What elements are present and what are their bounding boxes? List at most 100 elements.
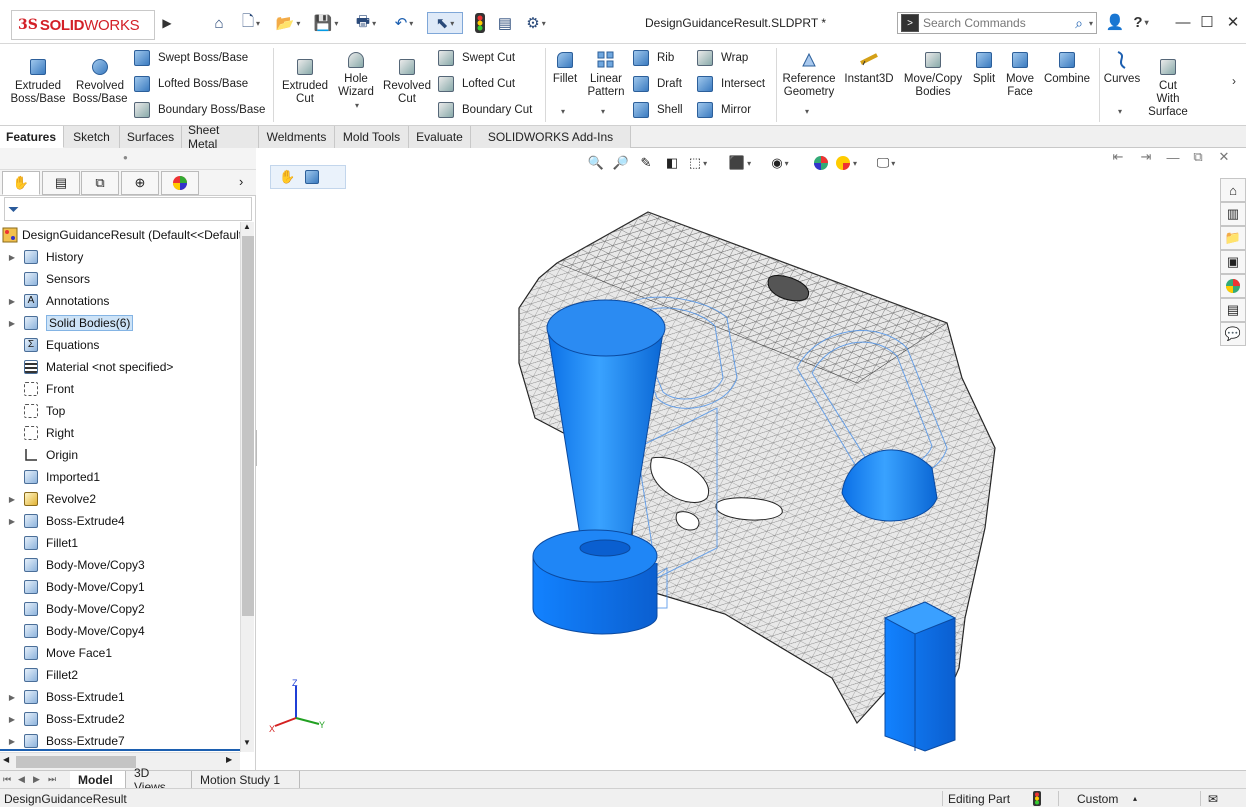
task-pane-custom-properties-icon[interactable]: ▤ — [1220, 298, 1246, 322]
fillet-button[interactable]: Fillet — [550, 49, 580, 86]
hole-wizard-button[interactable]: Hole Wizard ▾ — [334, 49, 378, 112]
tab-scroll-last-icon[interactable]: ⏭ — [48, 774, 56, 785]
configuration-manager-tab-icon[interactable]: ⧉ — [81, 171, 119, 195]
tree-item-front-plane[interactable]: Front — [0, 378, 240, 400]
close-button[interactable]: ✕ — [1222, 10, 1244, 34]
swept-boss-button[interactable]: Swept Boss/Base — [133, 47, 248, 69]
tab-scroll-first-icon[interactable]: ⏮ — [3, 774, 11, 785]
tree-item-right-plane[interactable]: Right — [0, 422, 240, 444]
tree-item-move-face1[interactable]: Move Face1 — [0, 642, 240, 664]
tree-item-body-move-copy3[interactable]: Body-Move/Copy3 — [0, 554, 240, 576]
revolved-boss-button[interactable]: Revolved Boss/Base — [72, 56, 128, 106]
tree-item-annotations[interactable]: ▶ A Annotations — [0, 290, 240, 312]
tab-evaluate[interactable]: Evaluate — [409, 126, 471, 148]
tab-motion-study-1[interactable]: Motion Study 1 — [192, 771, 300, 789]
new-document-icon[interactable]: 🗋 ▾ — [236, 12, 266, 34]
help-icon[interactable]: ? ▾ — [1130, 10, 1152, 34]
tree-item-body-move-copy4[interactable]: Body-Move/Copy4 — [0, 620, 240, 642]
maximize-button[interactable]: ☐ — [1196, 10, 1218, 34]
rib-button[interactable]: Rib — [632, 47, 674, 69]
curves-button[interactable]: Curves — [1103, 49, 1141, 86]
task-pane-home-icon[interactable]: ⌂ — [1220, 178, 1246, 202]
reference-geometry-button[interactable]: Reference Geometry — [781, 49, 837, 99]
tab-sketch[interactable]: Sketch — [64, 126, 120, 148]
file-properties-icon[interactable]: ▤ — [495, 12, 515, 34]
status-units[interactable]: Custom — [1077, 791, 1118, 806]
scroll-thumb[interactable] — [242, 236, 254, 616]
options-icon[interactable]: ⚙ ▾ — [520, 12, 552, 34]
curves-dropdown-icon[interactable]: ▾ — [1118, 107, 1122, 116]
tree-item-boss-extrude2[interactable]: ▶ Boss-Extrude2 — [0, 708, 240, 730]
revolved-cut-button[interactable]: Revolved Cut — [381, 56, 433, 106]
tree-horizontal-scrollbar[interactable]: ◀ ▶ — [0, 752, 240, 770]
tab-model[interactable]: Model — [70, 771, 126, 789]
tree-item-equations[interactable]: Σ Equations — [0, 334, 240, 356]
graphics-area[interactable]: ✋ 🔍 🔎 ✎ ◧ ⬚ ▾ ⬛ ▾ ◉ ▾ ▾ 🖵 ▾ ⇤ ⇥ — ⧉ ✕ ⌂ ▥ 📁 … — [257, 148, 1246, 770]
task-pane-view-palette-icon[interactable]: ▣ — [1220, 250, 1246, 274]
select-icon[interactable]: ⬉ ▾ — [427, 12, 463, 34]
tree-item-boss-extrude1[interactable]: ▶ Boss-Extrude1 — [0, 686, 240, 708]
linear-pattern-button[interactable]: Linear Pattern — [586, 49, 626, 99]
feature-manager-tab-icon[interactable]: ✋ — [2, 171, 40, 195]
tab-mold-tools[interactable]: Mold Tools — [335, 126, 409, 148]
tab-3d-views[interactable]: 3D Views — [126, 766, 192, 794]
tab-features[interactable]: Features — [0, 126, 64, 148]
search-icon[interactable]: ⌕ — [1075, 15, 1083, 32]
task-pane-file-explorer-icon[interactable]: 📁 — [1220, 226, 1246, 250]
tree-item-revolve2[interactable]: ▶ Revolve2 — [0, 488, 240, 510]
save-icon[interactable]: 💾 ▾ — [310, 12, 342, 34]
pattern-dropdown-icon[interactable]: ▾ — [601, 107, 605, 116]
tree-root[interactable]: DesignGuidanceResult (Default<<Default>_… — [0, 224, 240, 246]
reference-geometry-dropdown-icon[interactable]: ▾ — [805, 107, 809, 116]
dimxpert-tab-icon[interactable]: ⊕ — [121, 171, 159, 195]
tab-scroll-prev-icon[interactable]: ◀ — [18, 774, 25, 785]
instant3d-button[interactable]: Instant3D — [842, 49, 896, 86]
tab-sheet-metal[interactable]: Sheet Metal — [182, 123, 259, 151]
open-icon[interactable]: 📂 ▾ — [272, 12, 304, 34]
rebuild-status-icon[interactable] — [1033, 791, 1041, 806]
panel-grip-icon[interactable]: ● — [123, 153, 128, 162]
wrap-button[interactable]: Wrap — [696, 47, 748, 69]
filter-icon[interactable]: ⏷ — [8, 201, 19, 218]
solidworks-logo[interactable]: 3S SOLIDWORKS — [11, 10, 155, 40]
swept-cut-button[interactable]: Swept Cut — [437, 47, 515, 69]
tree-item-body-move-copy2[interactable]: Body-Move/Copy2 — [0, 598, 240, 620]
tree-item-history[interactable]: ▶ History — [0, 246, 240, 268]
draft-button[interactable]: Draft — [632, 73, 682, 95]
extruded-cut-button[interactable]: Extruded Cut — [279, 56, 331, 106]
rollback-bar[interactable] — [0, 749, 240, 751]
tab-scroll-next-icon[interactable]: ▶ — [33, 774, 40, 785]
panel-tabs-more-icon[interactable]: › — [239, 174, 243, 189]
display-manager-tab-icon[interactable] — [161, 171, 199, 195]
minimize-button[interactable]: — — [1172, 10, 1194, 34]
tree-item-top-plane[interactable]: Top — [0, 400, 240, 422]
boundary-boss-button[interactable]: Boundary Boss/Base — [133, 99, 265, 121]
mirror-button[interactable]: Mirror — [696, 99, 751, 121]
user-icon[interactable]: 👤 — [1104, 10, 1126, 34]
tree-item-fillet2[interactable]: Fillet2 — [0, 664, 240, 686]
menu-expand-icon[interactable]: ▶ — [160, 12, 174, 34]
tree-item-imported1[interactable]: Imported1 — [0, 466, 240, 488]
search-commands-input[interactable]: > Search Commands ⌕ ▾ — [897, 12, 1097, 34]
tree-item-sensors[interactable]: Sensors — [0, 268, 240, 290]
tree-item-fillet1[interactable]: Fillet1 — [0, 532, 240, 554]
status-message-icon[interactable]: ✉ — [1208, 791, 1218, 806]
move-face-button[interactable]: Move Face — [1003, 49, 1037, 99]
rebuild-icon[interactable] — [470, 12, 490, 34]
cut-with-surface-button[interactable]: Cut With Surface — [1146, 56, 1190, 119]
print-icon[interactable]: 🖶 ▾ — [350, 12, 382, 34]
tab-solidworks-add-ins[interactable]: SOLIDWORKS Add-Ins — [471, 126, 631, 148]
intersect-button[interactable]: Intersect — [696, 73, 765, 95]
tab-weldments[interactable]: Weldments — [259, 126, 335, 148]
task-pane-forum-icon[interactable]: 💬 — [1220, 322, 1246, 346]
lofted-cut-button[interactable]: Lofted Cut — [437, 73, 515, 95]
home-icon[interactable]: ⌂ — [208, 12, 230, 34]
tree-item-body-move-copy1[interactable]: Body-Move/Copy1 — [0, 576, 240, 598]
tree-item-material[interactable]: Material <not specified> — [0, 356, 240, 378]
split-button[interactable]: Split — [968, 49, 1000, 86]
task-pane-design-library-icon[interactable]: ▥ — [1220, 202, 1246, 226]
tree-vertical-scrollbar[interactable]: ▲ ▼ — [240, 222, 254, 752]
property-manager-tab-icon[interactable]: ▤ — [42, 171, 80, 195]
fillet-dropdown-icon[interactable]: ▾ — [561, 107, 565, 116]
move-copy-bodies-button[interactable]: Move/Copy Bodies — [902, 49, 964, 99]
